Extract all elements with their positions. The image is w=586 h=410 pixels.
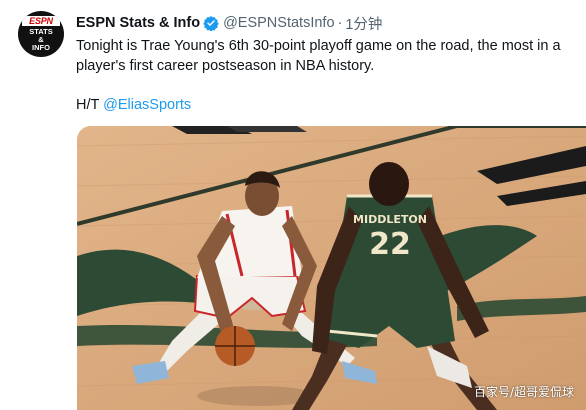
jersey-number-text: 22 <box>369 227 411 262</box>
separator-dot: · <box>337 15 343 31</box>
tweet-text: Tonight is Trae Young's 6th 30-point pla… <box>76 38 561 74</box>
espn-logo: ESPN <box>22 16 60 26</box>
tweet-photo[interactable]: MIDDLETON 22 百家号/超哥爱侃球 <box>77 126 586 410</box>
tweet-header: ESPN Stats & Info @ESPNStatsInfo · 1分钟 <box>76 13 382 34</box>
basketball-photo-illustration: MIDDLETON 22 <box>77 126 586 410</box>
timestamp[interactable]: 1分钟 <box>345 13 382 34</box>
watermark-text: 百家号/超哥爱侃球 <box>473 385 574 399</box>
hat-tip-line: H/T @EliasSports <box>76 95 191 115</box>
hat-tip-prefix: H/T <box>76 97 104 113</box>
avatar-line-3: INFO <box>32 43 50 52</box>
display-name[interactable]: ESPN Stats & Info <box>76 15 200 31</box>
avatar[interactable]: ESPN STATS & INFO <box>18 11 64 57</box>
jersey-name-text: MIDDLETON <box>353 213 427 226</box>
handle[interactable]: @ESPNStatsInfo <box>223 15 334 31</box>
tweet-card[interactable]: ESPN STATS & INFO ESPN Stats & Info @ESP… <box>0 0 586 410</box>
mention-link[interactable]: @EliasSports <box>103 97 191 113</box>
verified-badge-icon <box>203 15 219 31</box>
